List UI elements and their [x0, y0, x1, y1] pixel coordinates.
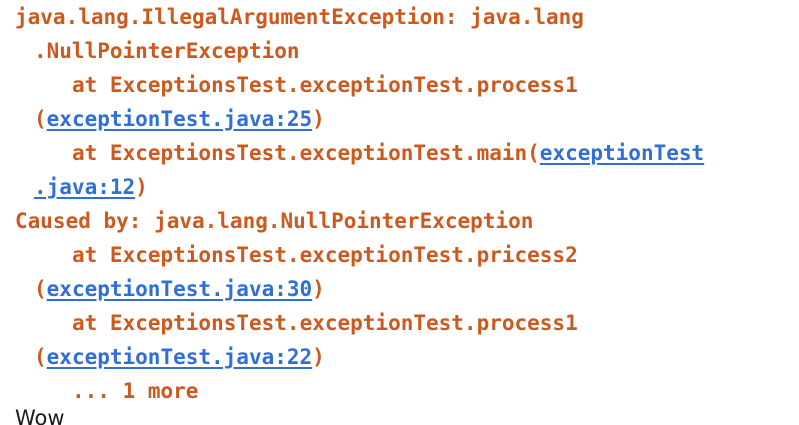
source-link-line-12-cont[interactable]: .java:12: [34, 175, 135, 199]
stack-frame-text: at ExceptionsTest.exceptionTest.process1: [72, 73, 578, 97]
paren-close: ): [135, 175, 148, 199]
source-link-line-22[interactable]: exceptionTest.java:22: [47, 345, 313, 369]
stack-frame-text: at ExceptionsTest.exceptionTest.pricess2: [72, 243, 578, 267]
stack-frame-process1-location: (exceptionTest.java:25): [34, 102, 325, 136]
exception-header-line: java.lang.IllegalArgumentException: java…: [15, 0, 584, 34]
paren-open: (: [34, 277, 47, 301]
paren-close: ): [312, 107, 325, 131]
paren-open: (: [34, 107, 47, 131]
stack-frame-process1: at ExceptionsTest.exceptionTest.process1: [72, 68, 578, 102]
source-link-line-12[interactable]: exceptionTest: [540, 141, 704, 165]
stack-frame-main: at ExceptionsTest.exceptionTest.main(exc…: [72, 136, 704, 170]
exception-message: java.lang.IllegalArgumentException: java…: [15, 5, 584, 29]
stack-frame-process1-cause: at ExceptionsTest.exceptionTest.process1: [72, 306, 578, 340]
exception-header-continuation: .NullPointerException: [34, 34, 300, 68]
stack-frame-text: at ExceptionsTest.exceptionTest.process1: [72, 311, 578, 335]
source-link-line-30[interactable]: exceptionTest.java:30: [47, 277, 313, 301]
more-frames-text: ... 1 more: [72, 379, 199, 403]
stack-frame-pricess2: at ExceptionsTest.exceptionTest.pricess2: [72, 238, 578, 272]
paren-close: ): [312, 277, 325, 301]
paren-close: ): [312, 345, 325, 369]
stack-frame-process1-cause-location: (exceptionTest.java:22): [34, 340, 325, 374]
caused-by-message: Caused by: java.lang.NullPointerExceptio…: [15, 209, 534, 233]
caused-by-line: Caused by: java.lang.NullPointerExceptio…: [15, 204, 533, 238]
stack-frame-main-location: .java:12): [34, 170, 148, 204]
program-output-text: Wow: [15, 406, 65, 425]
more-frames-line: ... 1 more: [72, 374, 198, 408]
source-link-line-25[interactable]: exceptionTest.java:25: [47, 107, 313, 131]
exception-message-cont: .NullPointerException: [34, 39, 300, 63]
stack-frame-pricess2-location: (exceptionTest.java:30): [34, 272, 325, 306]
stack-frame-text: at ExceptionsTest.exceptionTest.main(: [72, 141, 540, 165]
paren-open: (: [34, 345, 47, 369]
